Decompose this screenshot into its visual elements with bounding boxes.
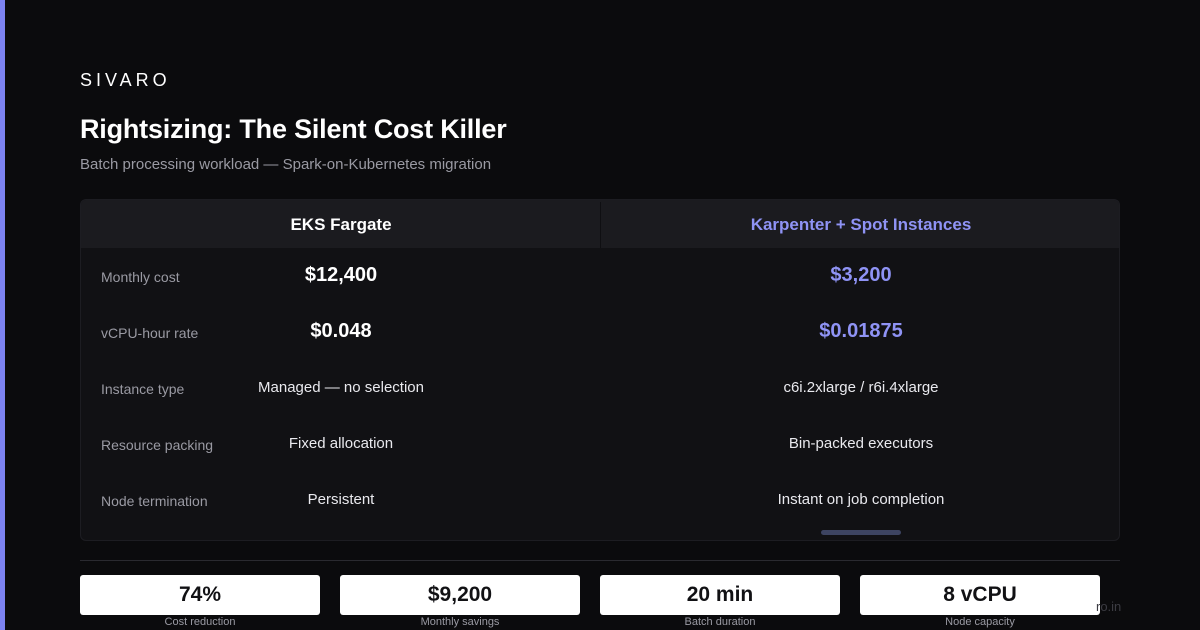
brand-logo: SIVARO (80, 70, 171, 90)
horizontal-scrollbar-thumb[interactable] (821, 530, 901, 535)
karpenter-spot-value: c6i.2xlarge / r6i.4xlarge (783, 379, 939, 396)
section-divider (80, 560, 1120, 561)
stat-value: 20 min (600, 575, 840, 615)
table-row-instance-type: Instance type Managed — no selection c6i… (81, 360, 1119, 416)
stat-label: Monthly savings (420, 616, 500, 628)
stat-label: Batch duration (684, 616, 756, 628)
row-label: Resource packing (101, 437, 214, 453)
row-label: Monthly cost (101, 269, 180, 285)
table-row-resource-packing: Resource packing Fixed allocation Bin-pa… (81, 416, 1119, 472)
comparison-header: EKS Fargate Karpenter + Spot Instances (81, 200, 1119, 248)
stat-value: 74% (80, 575, 320, 615)
karpenter-spot-value: $0.01875 (819, 320, 903, 342)
eks-fargate-value: $12,400 (304, 264, 378, 286)
eks-fargate-value: Managed — no selection (258, 379, 424, 396)
stat-value: 8 vCPU (860, 575, 1100, 615)
column-header-eks-fargate: EKS Fargate (290, 215, 392, 234)
eks-fargate-value: Persistent (307, 491, 375, 508)
accent-bar (0, 0, 5, 630)
stat-label: Cost reduction (164, 616, 236, 628)
stat-batch-duration: 20 min Batch duration (600, 575, 840, 628)
table-row-node-termination: Node termination Persistent Instant on j… (81, 472, 1119, 528)
comparison-table: EKS Fargate Karpenter + Spot Instances M… (80, 199, 1120, 541)
stat-monthly-savings: $9,200 Monthly savings (340, 575, 580, 628)
stat-label: Node capacity (945, 616, 1015, 628)
stat-node-capacity: 8 vCPU Node capacity (860, 575, 1100, 628)
table-row-vcpu-hour-rate: vCPU-hour rate $0.048 $0.01875 (81, 304, 1119, 360)
karpenter-spot-value: Bin-packed executors (788, 435, 934, 452)
eks-fargate-value: $0.048 (310, 320, 372, 342)
footer-url: ro.in (1096, 599, 1122, 614)
column-header-karpenter-spot: Karpenter + Spot Instances (750, 215, 972, 234)
stat-value: $9,200 (340, 575, 580, 615)
row-label: vCPU-hour rate (101, 325, 199, 341)
table-row-monthly-cost: Monthly cost $12,400 $3,200 (81, 248, 1119, 304)
page-subtitle: Batch processing workload — Spark-on-Kub… (80, 156, 492, 173)
page-title: Rightsizing: The Silent Cost Killer (80, 114, 507, 144)
row-label: Node termination (101, 493, 208, 509)
row-label: Instance type (101, 381, 185, 397)
karpenter-spot-value: $3,200 (830, 264, 892, 286)
stat-cost-reduction: 74% Cost reduction (80, 575, 320, 628)
karpenter-spot-value: Instant on job completion (777, 491, 945, 508)
eks-fargate-value: Fixed allocation (288, 435, 394, 452)
